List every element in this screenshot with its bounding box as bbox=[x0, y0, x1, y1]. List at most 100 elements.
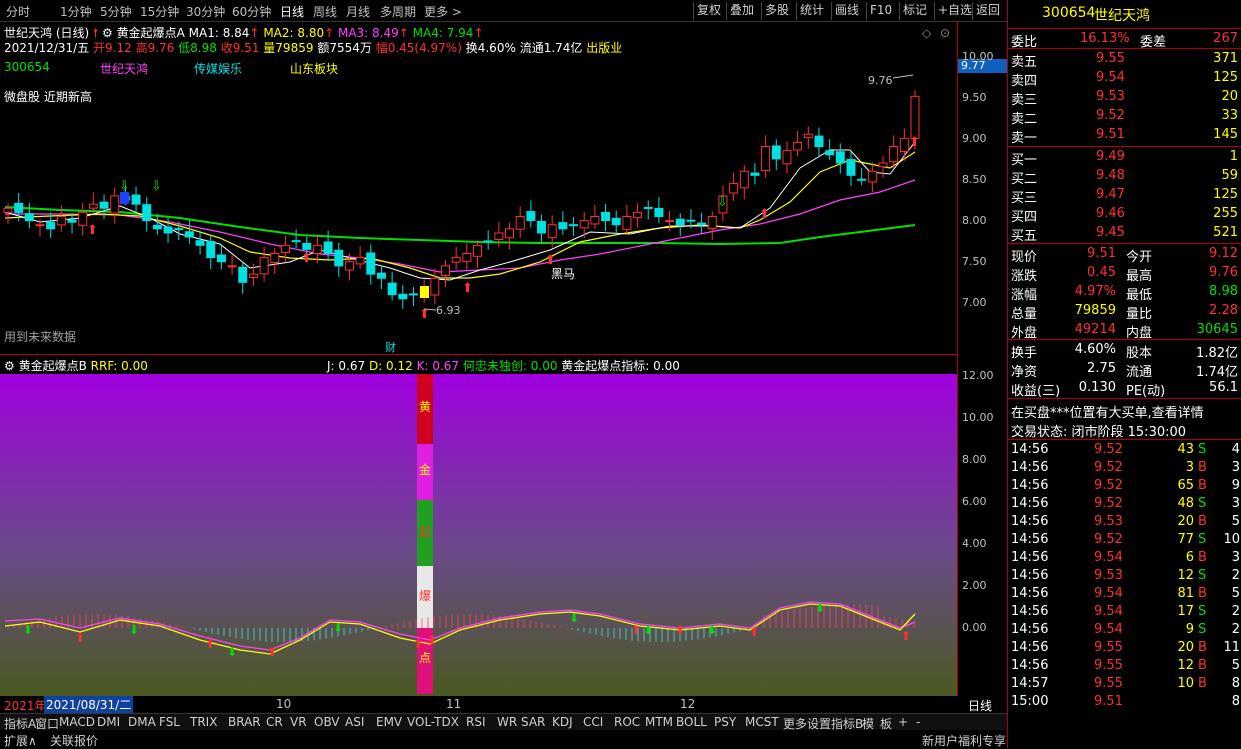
candle-body bbox=[24, 213, 34, 222]
indicator-tab[interactable]: WR bbox=[497, 715, 517, 729]
bids-row[interactable]: 买五 9.45 521 bbox=[1008, 224, 1241, 244]
tab-15min[interactable]: 15分钟 bbox=[140, 3, 179, 20]
related-quote-button[interactable]: 关联报价 bbox=[50, 732, 98, 749]
candle-body bbox=[739, 170, 749, 189]
indicator-b-chart[interactable]: 黄 金 起 爆 点 ⬆ ⬆⬆⬆ ⬆⬆ ⬆ ⬆ ⬆⬇ ⬇⬇⬇⬇⬇ ⬇⬇ bbox=[0, 356, 957, 696]
tick-volume: 48 bbox=[1177, 496, 1194, 511]
draw-line-button[interactable]: 画线 bbox=[831, 2, 862, 20]
indicator-tab[interactable]: SAR bbox=[521, 715, 545, 729]
candle-body bbox=[46, 221, 56, 230]
asks-row[interactable]: 卖三 9.53 20 bbox=[1008, 88, 1241, 108]
bids-price: 9.48 bbox=[1096, 168, 1125, 183]
indicator-tab[interactable]: OBV bbox=[314, 715, 340, 729]
indicator-tab[interactable]: EMV bbox=[376, 715, 402, 729]
indicator-tab[interactable]: CCI bbox=[583, 715, 603, 729]
candlestick-chart[interactable]: ⬆⬆⬆⬆⬆⬆⬆⇩ ⇩⇩ 9.76 6.93 黑马 财 bbox=[0, 22, 957, 355]
period-label: 日线 bbox=[968, 699, 993, 713]
mark-button[interactable]: 标记 bbox=[899, 2, 930, 20]
tab-60min[interactable]: 60分钟 bbox=[232, 3, 271, 20]
indicator-tab[interactable]: MTM bbox=[645, 715, 673, 729]
indicator-tab[interactable]: 指标B bbox=[831, 715, 863, 732]
indicator-tab[interactable]: VOL-TDX bbox=[407, 715, 459, 729]
indicator-tab[interactable]: 指标A bbox=[4, 715, 36, 732]
asks-price: 9.51 bbox=[1096, 127, 1125, 142]
expand-button[interactable]: 扩展∧ bbox=[4, 732, 37, 749]
indicator-tab[interactable]: PSY bbox=[714, 715, 736, 729]
settings-icon[interactable]: ⚙ bbox=[4, 359, 15, 373]
bids-row[interactable]: 买三 9.47 125 bbox=[1008, 186, 1241, 206]
kdj-values: J: 0.67 D: 0.12 K: 0.67 何忠未独创: 0.00 黄金起爆… bbox=[327, 357, 680, 374]
tick-count: 5 bbox=[1231, 658, 1240, 673]
tab-monthly[interactable]: 月线 bbox=[346, 3, 370, 20]
rrf-value: RRF: 0.00 bbox=[90, 359, 148, 373]
asks-row[interactable]: 卖二 9.52 33 bbox=[1008, 107, 1241, 127]
indicator-tab[interactable]: CR bbox=[266, 715, 283, 729]
asks-row[interactable]: 卖四 9.54 125 bbox=[1008, 69, 1241, 89]
indicator-tab[interactable]: 板 bbox=[880, 715, 892, 732]
tick-time: 14:56 bbox=[1011, 604, 1049, 619]
quote-panel: 300654 世纪天鸿 委比 16.13% 委差 267 卖五 9.55 371 卖四… bbox=[1007, 0, 1241, 748]
tab-30min[interactable]: 30分钟 bbox=[186, 3, 225, 20]
add-favorite-button[interactable]: +自选 bbox=[934, 2, 975, 20]
f10-button[interactable]: F10 bbox=[866, 2, 895, 20]
back-button[interactable]: 返回 bbox=[972, 2, 1003, 20]
tab-multi-period[interactable]: 多周期 bbox=[380, 3, 416, 20]
asks-row[interactable]: 卖一 9.51 145 bbox=[1008, 126, 1241, 146]
indicator-tab[interactable]: FSL bbox=[159, 715, 180, 729]
bids-label: 买四 bbox=[1011, 210, 1038, 225]
kline-panel[interactable]: 世纪天鸿 (日线) 🠕 ⚙ 黄金起爆点A MA1: 8.84↑ MA2: 8.8… bbox=[0, 22, 957, 355]
statistics-button[interactable]: 统计 bbox=[796, 2, 827, 20]
indicator-tab[interactable]: + bbox=[898, 715, 908, 729]
candle-body bbox=[355, 257, 365, 265]
indicator-tab[interactable]: BRAR bbox=[228, 715, 261, 729]
promo-link[interactable]: 新用户福利专享 bbox=[922, 732, 1006, 749]
multi-stock-button[interactable]: 多股 bbox=[761, 2, 792, 20]
indicator-tab[interactable]: RSI bbox=[466, 715, 486, 729]
indicator-b-name[interactable]: 黄金起爆点B bbox=[19, 359, 87, 373]
indicator-tab[interactable]: TRIX bbox=[190, 715, 217, 729]
fuquan-button[interactable]: 复权 bbox=[693, 2, 724, 20]
indicator-tab[interactable]: DMI bbox=[97, 715, 120, 729]
indicator-tab[interactable]: VR bbox=[290, 715, 307, 729]
indicator-tab[interactable]: ASI bbox=[345, 715, 364, 729]
candle-body bbox=[67, 219, 77, 223]
candle-body bbox=[611, 217, 621, 226]
indicator-tab[interactable]: BOLL bbox=[676, 715, 707, 729]
indicator-tab[interactable]: 设置 bbox=[807, 715, 831, 732]
indicator-tab[interactable]: - bbox=[916, 715, 920, 729]
tick-row: 14:56 9.55 20 B 11 bbox=[1008, 639, 1241, 657]
indicator-tab[interactable]: ROC bbox=[614, 715, 640, 729]
big-order-notice[interactable]: 在买盘***位置有大买单,查看详情 bbox=[1008, 401, 1241, 421]
tick-row: 14:56 9.52 43 S 4 bbox=[1008, 441, 1241, 459]
indicator-tab[interactable]: DMA bbox=[128, 715, 156, 729]
bids-row[interactable]: 买一 9.49 1 bbox=[1008, 148, 1241, 168]
tick-count: 4 bbox=[1231, 442, 1240, 457]
indicator-tab[interactable]: MACD bbox=[59, 715, 95, 729]
indicator-tab[interactable]: 更多 bbox=[783, 715, 807, 732]
indicator-tab[interactable]: 模 bbox=[862, 715, 874, 732]
tab-daily[interactable]: 日线 bbox=[280, 3, 304, 20]
candle-body bbox=[665, 220, 675, 223]
cursor-date: 2021/08/31/二 bbox=[44, 696, 134, 713]
webi-value: 16.13% bbox=[1080, 31, 1130, 46]
asks-label: 卖一 bbox=[1011, 131, 1038, 146]
asks-row[interactable]: 卖五 9.55 371 bbox=[1008, 50, 1241, 70]
d-value: D: 0.12 bbox=[368, 359, 413, 373]
sell-arrow-icon: ⬇ bbox=[643, 623, 653, 637]
candle-body bbox=[174, 228, 184, 231]
tab-5min[interactable]: 5分钟 bbox=[100, 3, 132, 20]
tick-price: 9.52 bbox=[1094, 478, 1123, 493]
low-marker-label: 6.93 bbox=[436, 304, 461, 317]
tab-1min[interactable]: 1分钟 bbox=[60, 3, 92, 20]
tick-side: B bbox=[1198, 676, 1207, 691]
indicator-tab[interactable]: 窗口 bbox=[35, 715, 59, 732]
indicator-tab[interactable]: KDJ bbox=[552, 715, 573, 729]
tab-more[interactable]: 更多 > bbox=[424, 3, 462, 20]
tab-weekly[interactable]: 周线 bbox=[313, 3, 337, 20]
bids-row[interactable]: 买四 9.46 255 bbox=[1008, 205, 1241, 225]
indicator-tab[interactable]: MCST bbox=[745, 715, 779, 729]
bids-row[interactable]: 买二 9.48 59 bbox=[1008, 167, 1241, 187]
tab-fenshi[interactable]: 分时 bbox=[6, 3, 30, 20]
indicator-b-panel[interactable]: ⚙ 黄金起爆点B RRF: 0.00 J: 0.67 D: 0.12 K: 0.… bbox=[0, 356, 957, 696]
overlay-button[interactable]: 叠加 bbox=[726, 2, 757, 20]
